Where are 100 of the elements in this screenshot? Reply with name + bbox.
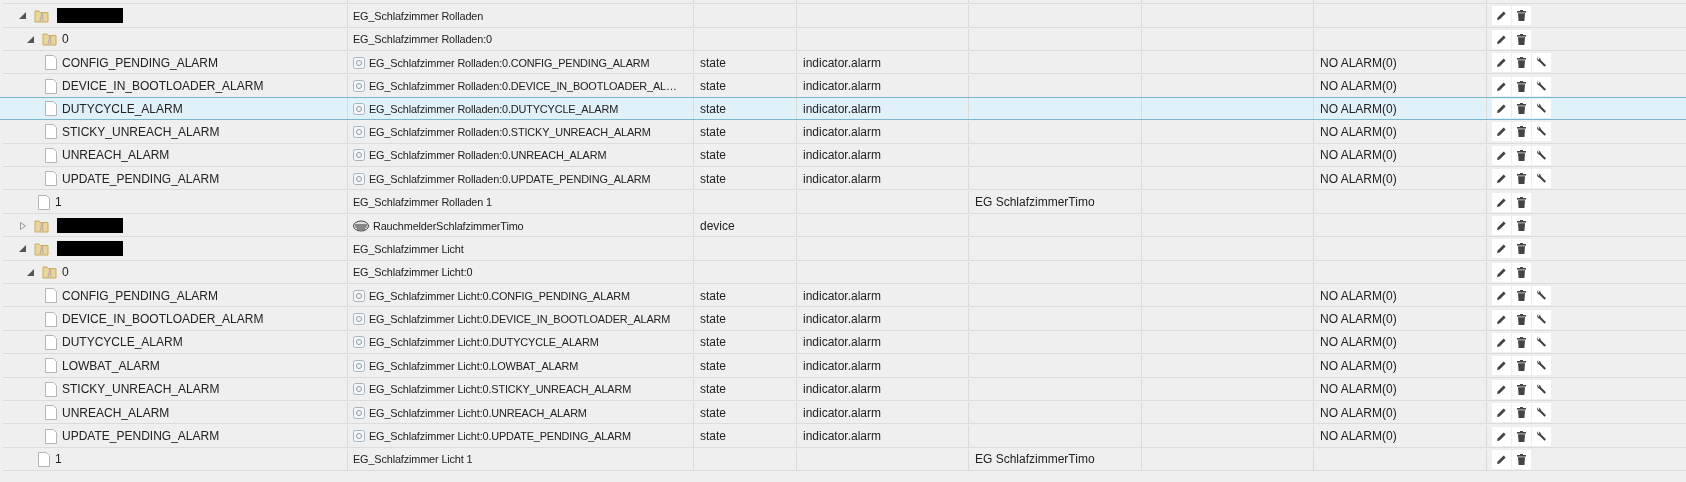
wrench-icon	[1536, 103, 1547, 115]
table-row[interactable]: STICKY_UNREACH_ALARM EG_Schlafzimmer Rolladen:0.STICKY_UNREACH_ALARM state indicator.alarm NO ALARM(0)	[3, 120, 1686, 144]
wrench-icon	[1536, 80, 1547, 92]
expanded-arrow-icon[interactable]	[19, 245, 26, 253]
edit-button[interactable]	[1492, 216, 1511, 235]
object-id: EG_Schlafzimmer Rolladen 1	[353, 196, 492, 209]
wrench-button[interactable]	[1532, 379, 1551, 399]
wrench-button[interactable]	[1532, 286, 1551, 306]
trash-icon	[1517, 173, 1526, 185]
edit-button[interactable]	[1492, 76, 1511, 96]
table-row[interactable]: CONFIG_PENDING_ALARM EG_Schlafzimmer Rolladen:0.CONFIG_PENDING_ALARM state indicator.alarm NO ALARM(0)	[3, 51, 1686, 75]
delete-button[interactable]	[1512, 379, 1531, 399]
table-row[interactable]: UNREACH_ALARM EG_Schlafzimmer Rolladen:0.UNREACH_ALARM state indicator.alarm NO ALARM(0)	[3, 143, 1686, 168]
edit-button[interactable]	[1492, 239, 1511, 259]
delete-button[interactable]	[1512, 29, 1531, 49]
table-row[interactable]: RauchmelderSchlafzimmerTimo device	[3, 213, 1686, 238]
edit-button[interactable]	[1492, 6, 1511, 26]
delete-button[interactable]	[1512, 216, 1531, 235]
table-row[interactable]: DEVICE_IN_BOOTLOADER_ALARM EG_Schlafzimmer Licht:0.DEVICE_IN_BOOTLOADER_ALARM state indicator.alarm NO ALARM(0)	[3, 307, 1686, 331]
delete-button[interactable]	[1512, 145, 1531, 165]
delete-button[interactable]	[1512, 356, 1531, 376]
smoke-detector-icon	[353, 219, 369, 232]
delete-button[interactable]	[1512, 53, 1531, 73]
wrench-button[interactable]	[1532, 403, 1551, 423]
wrench-button[interactable]	[1532, 145, 1551, 165]
wrench-button[interactable]	[1532, 426, 1551, 446]
object-role: indicator.alarm	[803, 358, 882, 373]
table-row[interactable]: EG_Schlafzimmer Licht	[3, 237, 1686, 261]
wrench-button[interactable]	[1532, 76, 1551, 96]
expanded-arrow-icon[interactable]	[27, 35, 34, 43]
object-value: NO ALARM(0)	[1320, 405, 1397, 420]
wrench-button[interactable]	[1532, 99, 1551, 119]
edit-button[interactable]	[1492, 286, 1511, 306]
delete-button[interactable]	[1512, 286, 1531, 306]
table-row[interactable]: DUTYCYCLE_ALARM EG_Schlafzimmer Licht:0.DUTYCYCLE_ALARM state indicator.alarm NO ALARM(0)	[3, 330, 1686, 355]
delete-button[interactable]	[1512, 403, 1531, 423]
edit-button[interactable]	[1492, 379, 1511, 399]
table-row[interactable]: DUTYCYCLE_ALARM EG_Schlafzimmer Rolladen:0.DUTYCYCLE_ALARM state indicator.alarm NO ALARM(0)	[0, 96, 1686, 121]
wrench-button[interactable]	[1532, 356, 1551, 376]
edit-button[interactable]	[1492, 192, 1511, 212]
delete-button[interactable]	[1512, 449, 1531, 469]
edit-button[interactable]	[1492, 449, 1511, 469]
object-id: EG_Schlafzimmer Rolladen:0.UPDATE_PENDING_ALARM	[369, 172, 651, 185]
file-icon	[45, 147, 57, 163]
delete-button[interactable]	[1512, 6, 1531, 26]
object-name: 0	[62, 32, 69, 47]
edit-button[interactable]	[1492, 145, 1511, 165]
table-row[interactable]: STICKY_UNREACH_ALARM EG_Schlafzimmer Licht:0.STICKY_UNREACH_ALARM state indicator.alarm NO ALARM(0)	[3, 377, 1686, 401]
pencil-icon	[1496, 149, 1507, 161]
edit-button[interactable]	[1492, 122, 1511, 142]
table-row[interactable]: 0 EG_Schlafzimmer Rolladen:0	[3, 27, 1686, 52]
edit-button[interactable]	[1492, 262, 1511, 282]
delete-button[interactable]	[1512, 239, 1531, 259]
table-row[interactable]: 0 EG_Schlafzimmer Licht:0	[3, 260, 1686, 284]
delete-button[interactable]	[1512, 122, 1531, 142]
pencil-icon	[1496, 407, 1507, 419]
trash-icon	[1517, 290, 1526, 302]
delete-button[interactable]	[1512, 169, 1531, 189]
delete-button[interactable]	[1512, 76, 1531, 96]
delete-button[interactable]	[1512, 332, 1531, 352]
edit-button[interactable]	[1492, 29, 1511, 49]
edit-button[interactable]	[1492, 309, 1511, 329]
object-value: NO ALARM(0)	[1320, 429, 1397, 443]
object-value: NO ALARM(0)	[1320, 55, 1397, 70]
table-row[interactable]: EG_Schlafzimmer Rolladen	[3, 4, 1686, 28]
wrench-button[interactable]	[1532, 122, 1551, 142]
table-row[interactable]: UNREACH_ALARM EG_Schlafzimmer Licht:0.UNREACH_ALARM state indicator.alarm NO ALARM(0)	[3, 400, 1686, 425]
wrench-button[interactable]	[1532, 53, 1551, 73]
wrench-button[interactable]	[1532, 309, 1551, 329]
table-row[interactable]: LOWBAT_ALARM EG_Schlafzimmer Licht:0.LOWBAT_ALARM state indicator.alarm NO ALARM(0)	[3, 354, 1686, 378]
object-type: state	[700, 288, 726, 303]
delete-button[interactable]	[1512, 192, 1531, 212]
expanded-arrow-icon[interactable]	[27, 268, 34, 276]
table-row[interactable]: 1 EG_Schlafzimmer Rolladen 1 EG SchlafzimmerTimo	[3, 190, 1686, 214]
wrench-icon	[1536, 57, 1547, 69]
edit-button[interactable]	[1492, 99, 1511, 119]
edit-button[interactable]	[1492, 356, 1511, 376]
table-row[interactable]: CONFIG_PENDING_ALARM EG_Schlafzimmer Licht:0.CONFIG_PENDING_ALARM state indicator.alarm NO ALARM(0)	[3, 284, 1686, 308]
wrench-button[interactable]	[1532, 169, 1551, 189]
object-id: EG_Schlafzimmer Licht:0.DUTYCYCLE_ALARM	[369, 336, 599, 349]
edit-button[interactable]	[1492, 403, 1511, 423]
object-name: DUTYCYCLE_ALARM	[62, 335, 183, 350]
edit-button[interactable]	[1492, 169, 1511, 189]
delete-button[interactable]	[1512, 309, 1531, 329]
delete-button[interactable]	[1512, 426, 1531, 446]
object-role: indicator.alarm	[803, 101, 882, 116]
table-row[interactable]: UPDATE_PENDING_ALARM EG_Schlafzimmer Licht:0.UPDATE_PENDING_ALARM state indicator.alarm NO ALARM(0)	[3, 424, 1686, 448]
expanded-arrow-icon[interactable]	[19, 12, 26, 20]
file-icon	[45, 171, 57, 187]
object-id: EG_Schlafzimmer Rolladen:0.DUTYCYCLE_ALARM	[369, 102, 619, 115]
table-row[interactable]: UPDATE_PENDING_ALARM EG_Schlafzimmer Rolladen:0.UPDATE_PENDING_ALARM state indicator.alarm NO ALARM(0)	[3, 167, 1686, 191]
edit-button[interactable]	[1492, 426, 1511, 446]
table-row[interactable]: 1 EG_Schlafzimmer Licht 1 EG SchlafzimmerTimo	[3, 447, 1686, 472]
delete-button[interactable]	[1512, 99, 1531, 119]
wrench-button[interactable]	[1532, 332, 1551, 352]
edit-button[interactable]	[1492, 53, 1511, 73]
trash-icon	[1517, 383, 1526, 395]
edit-button[interactable]	[1492, 332, 1511, 352]
delete-button[interactable]	[1512, 262, 1531, 282]
file-icon	[45, 311, 57, 327]
